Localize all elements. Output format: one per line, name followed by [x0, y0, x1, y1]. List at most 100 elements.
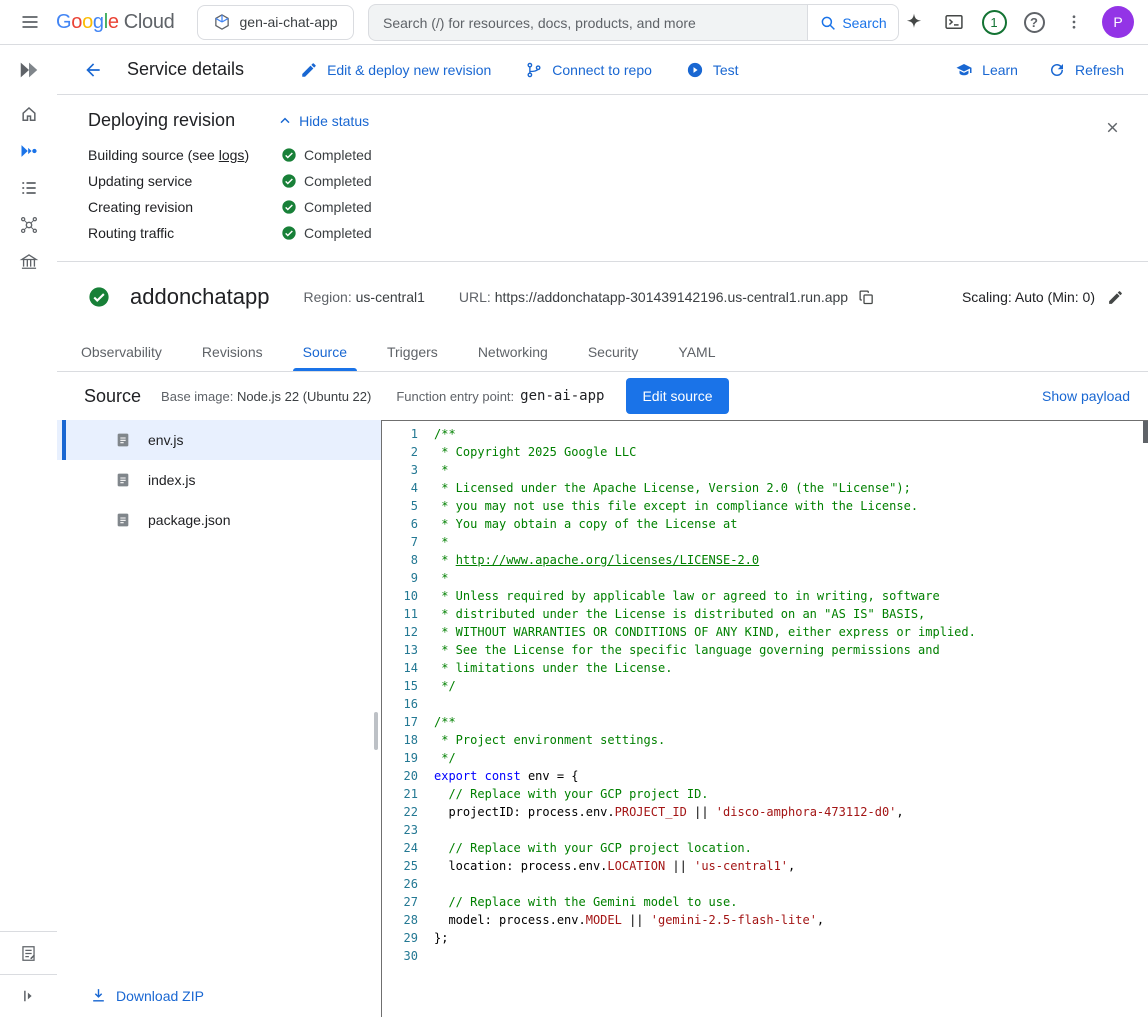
release-notes-icon — [19, 944, 38, 963]
nav-revisions-list[interactable] — [0, 169, 57, 206]
code-line[interactable]: * Copyright 2025 Google LLC — [434, 443, 1148, 461]
code-line[interactable]: * Project environment settings. — [434, 731, 1148, 749]
deploying-revision-panel: Deploying revision Hide status Building … — [57, 95, 1148, 262]
url-label: URL: — [459, 289, 491, 305]
code-line[interactable] — [434, 821, 1148, 839]
tab-triggers[interactable]: Triggers — [367, 332, 458, 371]
code-line[interactable]: * — [434, 461, 1148, 479]
learn-button[interactable]: Learn — [955, 61, 1018, 79]
download-zip-button[interactable]: Download ZIP — [90, 987, 204, 1004]
show-payload-link[interactable]: Show payload — [1042, 388, 1130, 404]
tab-security[interactable]: Security — [568, 332, 659, 371]
code-line[interactable]: */ — [434, 749, 1148, 767]
deploy-status-title: Deploying revision — [88, 110, 235, 131]
code-line[interactable]: // Replace with your GCP project locatio… — [434, 839, 1148, 857]
learn-icon — [955, 61, 973, 79]
code-line[interactable]: model: process.env.MODEL || 'gemini-2.5-… — [434, 911, 1148, 929]
code-line[interactable] — [434, 695, 1148, 713]
close-status-button[interactable] — [1092, 107, 1132, 147]
refresh-icon — [1048, 61, 1066, 79]
test-button[interactable]: Test — [686, 61, 739, 79]
help-icon: ? — [1024, 12, 1045, 33]
tab-yaml[interactable]: YAML — [658, 332, 735, 371]
code-line[interactable]: // Replace with your GCP project ID. — [434, 785, 1148, 803]
tab-source[interactable]: Source — [283, 332, 367, 371]
file-row-index-js[interactable]: index.js — [57, 460, 381, 500]
code-line[interactable]: * You may obtain a copy of the License a… — [434, 515, 1148, 533]
code-line[interactable]: * — [434, 533, 1148, 551]
home-icon — [19, 104, 39, 124]
more-options-button[interactable] — [1054, 2, 1094, 42]
nav-home[interactable] — [0, 95, 57, 132]
search-button[interactable]: Search — [807, 4, 899, 41]
code-line[interactable]: // Replace with the Gemini model to use. — [434, 893, 1148, 911]
code-line[interactable]: * WITHOUT WARRANTIES OR CONDITIONS OF AN… — [434, 623, 1148, 641]
code-line[interactable]: * limitations under the License. — [434, 659, 1148, 677]
nav-release-notes[interactable] — [0, 931, 57, 974]
cloud-shell-button[interactable] — [934, 2, 974, 42]
connect-to-repo-button[interactable]: Connect to repo — [525, 61, 652, 79]
line-number: 23 — [382, 821, 434, 839]
code-line[interactable]: }; — [434, 929, 1148, 947]
nav-services[interactable] — [0, 206, 57, 243]
back-button[interactable] — [73, 50, 113, 90]
building-icon — [19, 252, 39, 272]
scaling-value: Scaling: Auto (Min: 0) — [962, 289, 1095, 305]
line-number: 14 — [382, 659, 434, 677]
code-line[interactable]: * Licensed under the Apache License, Ver… — [434, 479, 1148, 497]
account-avatar[interactable]: P — [1102, 6, 1134, 38]
logo-letter: G — [56, 12, 71, 32]
file-row-package-json[interactable]: package.json — [57, 500, 381, 540]
refresh-button[interactable]: Refresh — [1048, 61, 1124, 79]
tab-revisions[interactable]: Revisions — [182, 332, 283, 371]
code-line[interactable]: /** — [434, 713, 1148, 731]
code-line[interactable] — [434, 875, 1148, 893]
code-line[interactable]: */ — [434, 677, 1148, 695]
line-number: 20 — [382, 767, 434, 785]
code-lines[interactable]: /** * Copyright 2025 Google LLC * * Lice… — [434, 421, 1148, 1017]
line-number: 11 — [382, 605, 434, 623]
code-line[interactable]: * you may not use this file except in co… — [434, 497, 1148, 515]
expand-side-panel[interactable] — [0, 974, 57, 1017]
edit-deploy-revision-button[interactable]: Edit & deploy new revision — [300, 61, 491, 79]
help-button[interactable]: ? — [1014, 2, 1054, 42]
tab-networking[interactable]: Networking — [458, 332, 568, 371]
hide-status-toggle[interactable]: Hide status — [277, 113, 369, 129]
code-line[interactable]: * distributed under the License is distr… — [434, 605, 1148, 623]
nav-marketplace[interactable] — [0, 243, 57, 280]
code-line[interactable]: /** — [434, 425, 1148, 443]
file-name: package.json — [148, 512, 231, 528]
list-icon — [19, 178, 39, 198]
status-label: Updating service — [88, 173, 281, 189]
search-input[interactable] — [368, 4, 807, 41]
code-editor[interactable]: 1234567891011121314151617181920212223242… — [381, 420, 1148, 1017]
code-line[interactable] — [434, 947, 1148, 965]
main-menu-button[interactable] — [10, 2, 50, 42]
edit-source-button[interactable]: Edit source — [626, 378, 728, 414]
code-line[interactable]: export const env = { — [434, 767, 1148, 785]
line-number: 19 — [382, 749, 434, 767]
page-title: Service details — [127, 59, 244, 80]
file-panel-scrollbar[interactable] — [374, 712, 378, 750]
nav-cloud-run[interactable] — [0, 132, 57, 169]
project-selector[interactable]: gen-ai-chat-app — [197, 5, 354, 40]
code-line[interactable]: * — [434, 569, 1148, 587]
code-line[interactable]: location: process.env.LOCATION || 'us-ce… — [434, 857, 1148, 875]
edit-scaling-pencil-icon[interactable] — [1107, 289, 1124, 306]
google-cloud-logo[interactable]: Google Cloud — [56, 12, 175, 32]
code-gutter: 1234567891011121314151617181920212223242… — [382, 421, 434, 1017]
code-line[interactable]: * http://www.apache.org/licenses/LICENSE… — [434, 551, 1148, 569]
editor-scrollbar[interactable] — [1143, 421, 1148, 443]
code-line[interactable]: projectID: process.env.PROJECT_ID || 'di… — [434, 803, 1148, 821]
code-line[interactable]: * Unless required by applicable law or a… — [434, 587, 1148, 605]
file-row-env-js[interactable]: env.js — [57, 420, 381, 460]
gemini-button[interactable] — [894, 2, 934, 42]
logs-link[interactable]: logs — [219, 147, 245, 163]
download-icon — [90, 987, 107, 1004]
status-value: Completed — [304, 147, 372, 163]
notifications-button[interactable]: 1 — [974, 2, 1014, 42]
copy-icon[interactable] — [858, 289, 875, 306]
code-line[interactable]: * See the License for the specific langu… — [434, 641, 1148, 659]
tab-observability[interactable]: Observability — [61, 332, 182, 371]
line-number: 13 — [382, 641, 434, 659]
